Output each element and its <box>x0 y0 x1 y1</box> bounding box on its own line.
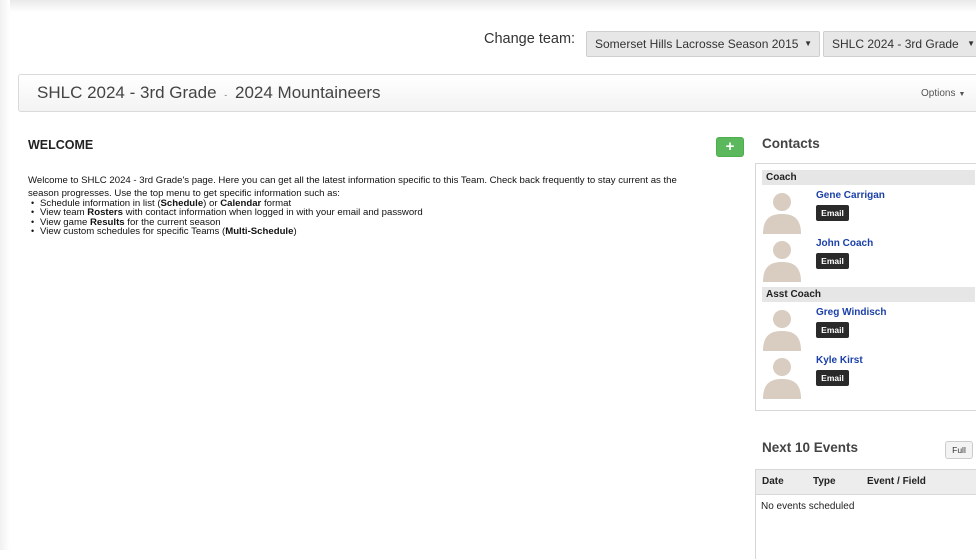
options-menu[interactable]: Options ▼ <box>921 88 965 99</box>
page-title: SHLC 2024 - 3rd Grade - 2024 Mountaineer… <box>37 83 381 103</box>
add-button[interactable]: + <box>716 137 744 157</box>
welcome-heading: WELCOME <box>28 138 94 152</box>
team-name: SHLC 2024 - 3rd Grade <box>37 83 217 102</box>
avatar-placeholder-icon <box>763 193 801 234</box>
email-button[interactable]: Email <box>816 322 849 338</box>
role-heading-coach: Coach <box>762 170 975 185</box>
email-button[interactable]: Email <box>816 205 849 221</box>
avatar-placeholder-icon <box>763 358 801 399</box>
options-label: Options <box>921 88 956 99</box>
welcome-intro-line-1: Welcome to SHLC 2024 - 3rd Grade's page.… <box>28 175 677 186</box>
contact-card: Gene Carrigan Email <box>761 190 976 234</box>
season-select[interactable]: Somerset Hills Lacrosse Season 2015 ▼ <box>586 31 820 57</box>
contact-name-link[interactable]: Kyle Kirst <box>816 355 863 366</box>
column-header-event-field: Event / Field <box>867 476 926 487</box>
contact-card: Greg Windisch Email <box>761 307 976 351</box>
caret-down-icon: ▼ <box>804 39 812 48</box>
avatar-placeholder-icon <box>763 241 801 282</box>
contacts-panel: Coach Gene Carrigan Email John Coach Ema… <box>755 163 976 411</box>
top-shadow <box>0 0 976 12</box>
column-header-date: Date <box>762 476 784 487</box>
title-bar: SHLC 2024 - 3rd Grade - 2024 Mountaineer… <box>18 74 976 112</box>
list-item: View custom schedules for specific Teams… <box>31 227 744 237</box>
subteam-name: 2024 Mountaineers <box>235 83 381 102</box>
contact-name-link[interactable]: Gene Carrigan <box>816 190 885 201</box>
column-header-type: Type <box>813 476 836 487</box>
caret-down-icon: ▼ <box>967 39 975 48</box>
team-select-value: SHLC 2024 - 3rd Grade <box>832 37 959 51</box>
full-schedule-button[interactable]: Full <box>945 441 973 459</box>
contact-card: John Coach Email <box>761 238 976 282</box>
contacts-heading: Contacts <box>762 136 820 151</box>
welcome-body: Welcome to SHLC 2024 - 3rd Grade's page.… <box>28 172 744 237</box>
divider <box>756 494 976 495</box>
events-heading: Next 10 Events <box>762 440 859 455</box>
contact-name-link[interactable]: Greg Windisch <box>816 307 886 318</box>
change-team-label: Change team: <box>484 31 576 47</box>
role-heading-asst-coach: Asst Coach <box>762 287 975 302</box>
contact-name-link[interactable]: John Coach <box>816 238 873 249</box>
events-table: Date Type Event / Field No events schedu… <box>755 469 976 559</box>
left-shadow <box>0 0 10 550</box>
email-button[interactable]: Email <box>816 253 849 269</box>
avatar-placeholder-icon <box>763 310 801 351</box>
contact-card: Kyle Kirst Email <box>761 355 976 399</box>
empty-events-message: No events scheduled <box>761 501 855 512</box>
events-table-header: Date Type Event / Field <box>756 470 976 494</box>
title-separator: - <box>224 90 228 100</box>
chevron-down-icon: ▼ <box>958 91 966 98</box>
team-select[interactable]: SHLC 2024 - 3rd Grade ▼ <box>823 31 976 57</box>
email-button[interactable]: Email <box>816 370 849 386</box>
season-select-value: Somerset Hills Lacrosse Season 2015 <box>595 37 799 51</box>
welcome-list: Schedule information in list (Schedule) … <box>28 198 744 237</box>
